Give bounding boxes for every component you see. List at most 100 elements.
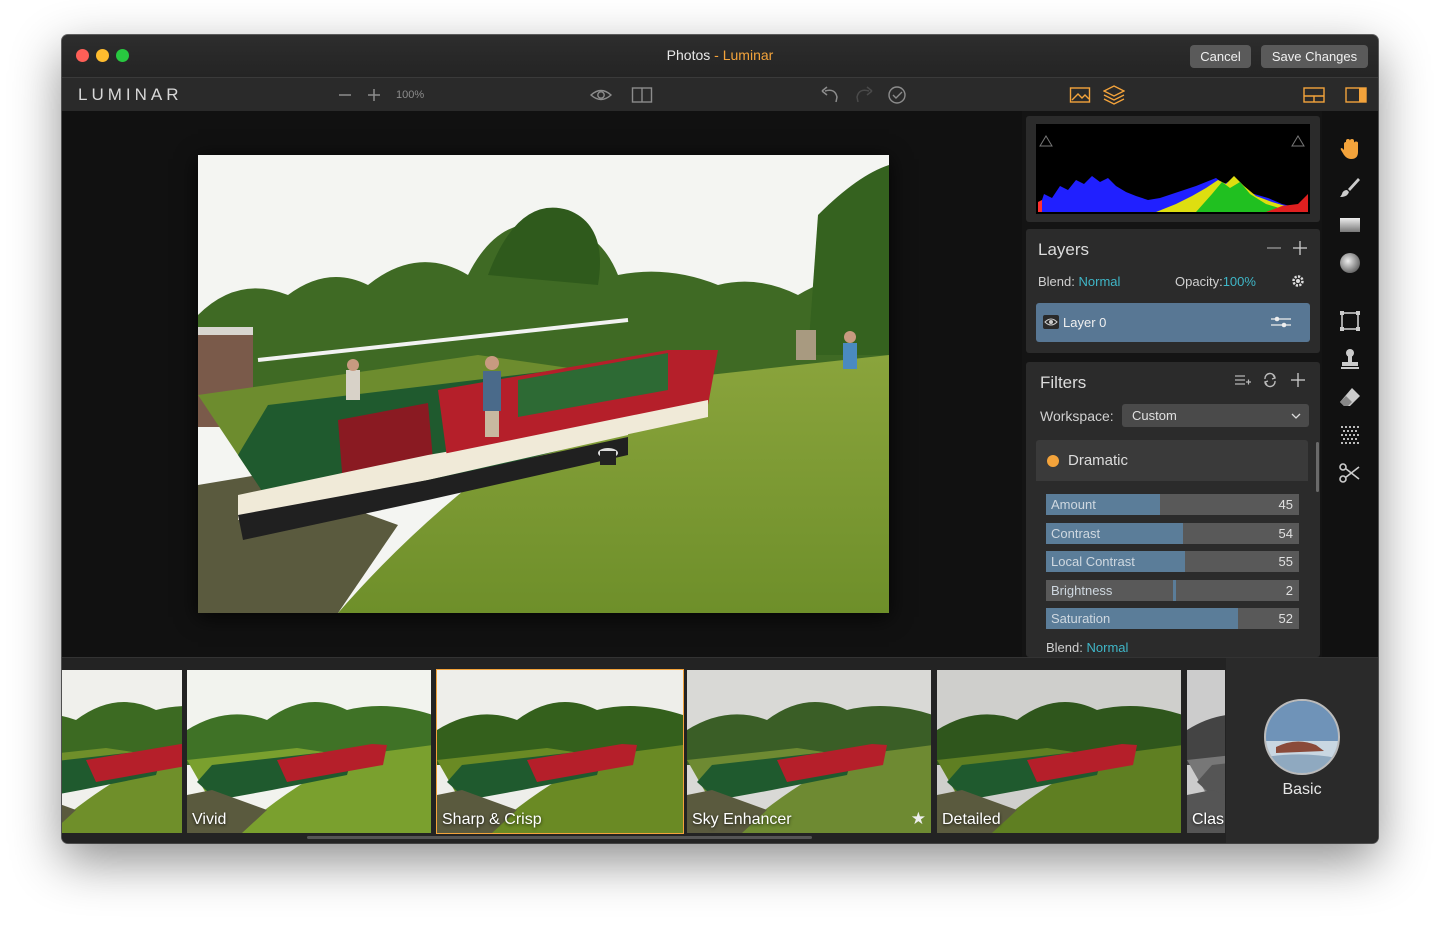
- preset-category[interactable]: Basic: [1226, 658, 1378, 843]
- slider-local-contrast[interactable]: Local Contrast 55: [1046, 551, 1299, 572]
- filmstrip-layout-icon[interactable]: [1302, 83, 1326, 107]
- layers-icon[interactable]: [1102, 83, 1126, 107]
- crop-icon[interactable]: [1338, 309, 1362, 333]
- layer-row[interactable]: Layer 0: [1036, 303, 1310, 342]
- app-window: Photos - Luminar Cancel Save Changes LUM…: [62, 35, 1378, 843]
- undo-icon[interactable]: [818, 83, 842, 107]
- photo-canal-boats: [198, 155, 889, 613]
- preset-thumbnail[interactable]: ncer: [62, 670, 182, 833]
- preset-label: Sky Enhancer: [692, 811, 792, 828]
- filter-list-icon[interactable]: [1234, 372, 1252, 388]
- opacity-label: Opacity:: [1175, 274, 1223, 289]
- preset-preview: [187, 670, 431, 833]
- filter-name: Dramatic: [1068, 452, 1129, 469]
- image-canvas[interactable]: [62, 111, 1022, 657]
- preset-preview: [437, 670, 683, 833]
- scissors-icon[interactable]: [1338, 461, 1362, 485]
- opacity-value[interactable]: 100%: [1223, 274, 1256, 289]
- hand-icon[interactable]: [1338, 137, 1362, 161]
- erase-icon[interactable]: [1338, 385, 1362, 409]
- preset-thumbnail[interactable]: Vivid: [187, 670, 431, 833]
- slider-label: Contrast: [1051, 525, 1101, 541]
- toolbar: LUMINAR 100%: [62, 77, 1378, 111]
- slider-value: 2: [1285, 582, 1293, 598]
- layer-visibility-icon[interactable]: [1043, 315, 1059, 329]
- image-icon[interactable]: [1068, 83, 1092, 107]
- histogram-card: [1026, 116, 1320, 222]
- preset-thumbnail[interactable]: Detailed: [937, 670, 1181, 833]
- title-bar: Photos - Luminar Cancel Save Changes: [62, 35, 1378, 77]
- layer-blend-value[interactable]: Normal: [1079, 274, 1121, 289]
- brush-icon[interactable]: [1338, 175, 1362, 199]
- layer-blend-label: Blend:: [1038, 274, 1075, 289]
- radial-icon[interactable]: [1338, 251, 1362, 275]
- window-title: Photos - Luminar: [62, 47, 1378, 63]
- filter-header-dramatic[interactable]: Dramatic: [1036, 440, 1308, 481]
- filter-blend-label: Blend:: [1046, 640, 1083, 655]
- histogram: [1036, 124, 1310, 214]
- slider-contrast[interactable]: Contrast 54: [1046, 522, 1299, 544]
- redo-icon[interactable]: [852, 83, 876, 107]
- preset-label: Sharp & Crisp: [442, 811, 542, 828]
- filters-title: Filters: [1040, 373, 1087, 392]
- zoom-level: 100%: [396, 89, 425, 101]
- filter-active-dot[interactable]: [1047, 455, 1059, 467]
- workspace-value: Custom: [1132, 408, 1177, 423]
- eye-icon[interactable]: [589, 83, 613, 107]
- refresh-icon[interactable]: [1262, 372, 1278, 388]
- slider-value: 55: [1278, 554, 1293, 569]
- stamp-icon[interactable]: [1338, 347, 1362, 371]
- layer-blend[interactable]: Blend: Normal: [1038, 274, 1120, 289]
- done-icon[interactable]: [885, 83, 909, 107]
- layer-name: Layer 0: [1063, 315, 1107, 330]
- gradient-icon[interactable]: [1338, 213, 1362, 237]
- slider-value: 52: [1278, 611, 1293, 626]
- filmstrip-scrollbar[interactable]: [307, 836, 812, 839]
- filters-scrollbar[interactable]: [1316, 442, 1319, 492]
- slider-brightness[interactable]: Brightness 2: [1046, 579, 1299, 601]
- main-photo[interactable]: [198, 155, 889, 613]
- slider-label: Brightness: [1051, 582, 1113, 598]
- gear-icon[interactable]: [1290, 273, 1306, 289]
- category-label: Basic: [1282, 781, 1322, 798]
- preset-label: Detailed: [942, 811, 1001, 828]
- filter-blend[interactable]: Blend: Normal: [1046, 640, 1128, 655]
- cancel-button[interactable]: Cancel: [1190, 45, 1251, 68]
- preset-preview: [1187, 670, 1225, 833]
- add-filter-icon[interactable]: [1290, 372, 1306, 388]
- star-icon[interactable]: ★: [911, 809, 926, 829]
- preset-thumbnail[interactable]: Sharp & Crisp: [436, 669, 684, 834]
- title-doc: Photos: [666, 47, 711, 63]
- slider-label: Amount: [1051, 497, 1096, 512]
- workspace-select[interactable]: Custom: [1122, 404, 1309, 427]
- preset-preview: [62, 670, 182, 833]
- slider-fill[interactable]: [1172, 579, 1176, 601]
- slider-amount[interactable]: Amount 45: [1046, 494, 1299, 515]
- title-sep: -: [710, 47, 723, 63]
- zoom-out-icon[interactable]: [333, 83, 357, 107]
- slider-value: 45: [1278, 497, 1293, 512]
- chevron-down-icon: [1291, 413, 1301, 419]
- app-logo: LUMINAR: [78, 85, 183, 104]
- layer-adjust-icon[interactable]: [1270, 315, 1292, 329]
- workspace-label: Workspace:: [1040, 408, 1114, 424]
- layers-title: Layers: [1038, 240, 1090, 259]
- compare-icon[interactable]: [630, 83, 654, 107]
- save-changes-button[interactable]: Save Changes: [1261, 45, 1368, 68]
- remove-layer-icon[interactable]: [1266, 240, 1282, 256]
- zoom-in-icon[interactable]: [362, 83, 386, 107]
- category-thumbnail[interactable]: [1264, 699, 1340, 775]
- side-panel-icon[interactable]: [1344, 83, 1368, 107]
- filter-blend-value[interactable]: Normal: [1087, 640, 1129, 655]
- preset-label: Clas: [1192, 811, 1225, 828]
- tools-strip: [1322, 111, 1378, 657]
- preset-label: Vivid: [192, 811, 227, 828]
- noise-icon[interactable]: [1338, 423, 1362, 447]
- preset-thumbnail[interactable]: Sky Enhancer ★: [687, 670, 931, 833]
- layer-opacity[interactable]: Opacity:100%: [1175, 274, 1256, 289]
- slider-saturation[interactable]: Saturation 52: [1046, 608, 1299, 629]
- presets-filmstrip: ncer Vivid Sharp & Crisp Sky Enhancer ★ Detai…: [62, 657, 1378, 843]
- title-app: Luminar: [722, 47, 774, 63]
- add-layer-icon[interactable]: [1292, 240, 1308, 256]
- preset-thumbnail[interactable]: Clas: [1187, 670, 1225, 833]
